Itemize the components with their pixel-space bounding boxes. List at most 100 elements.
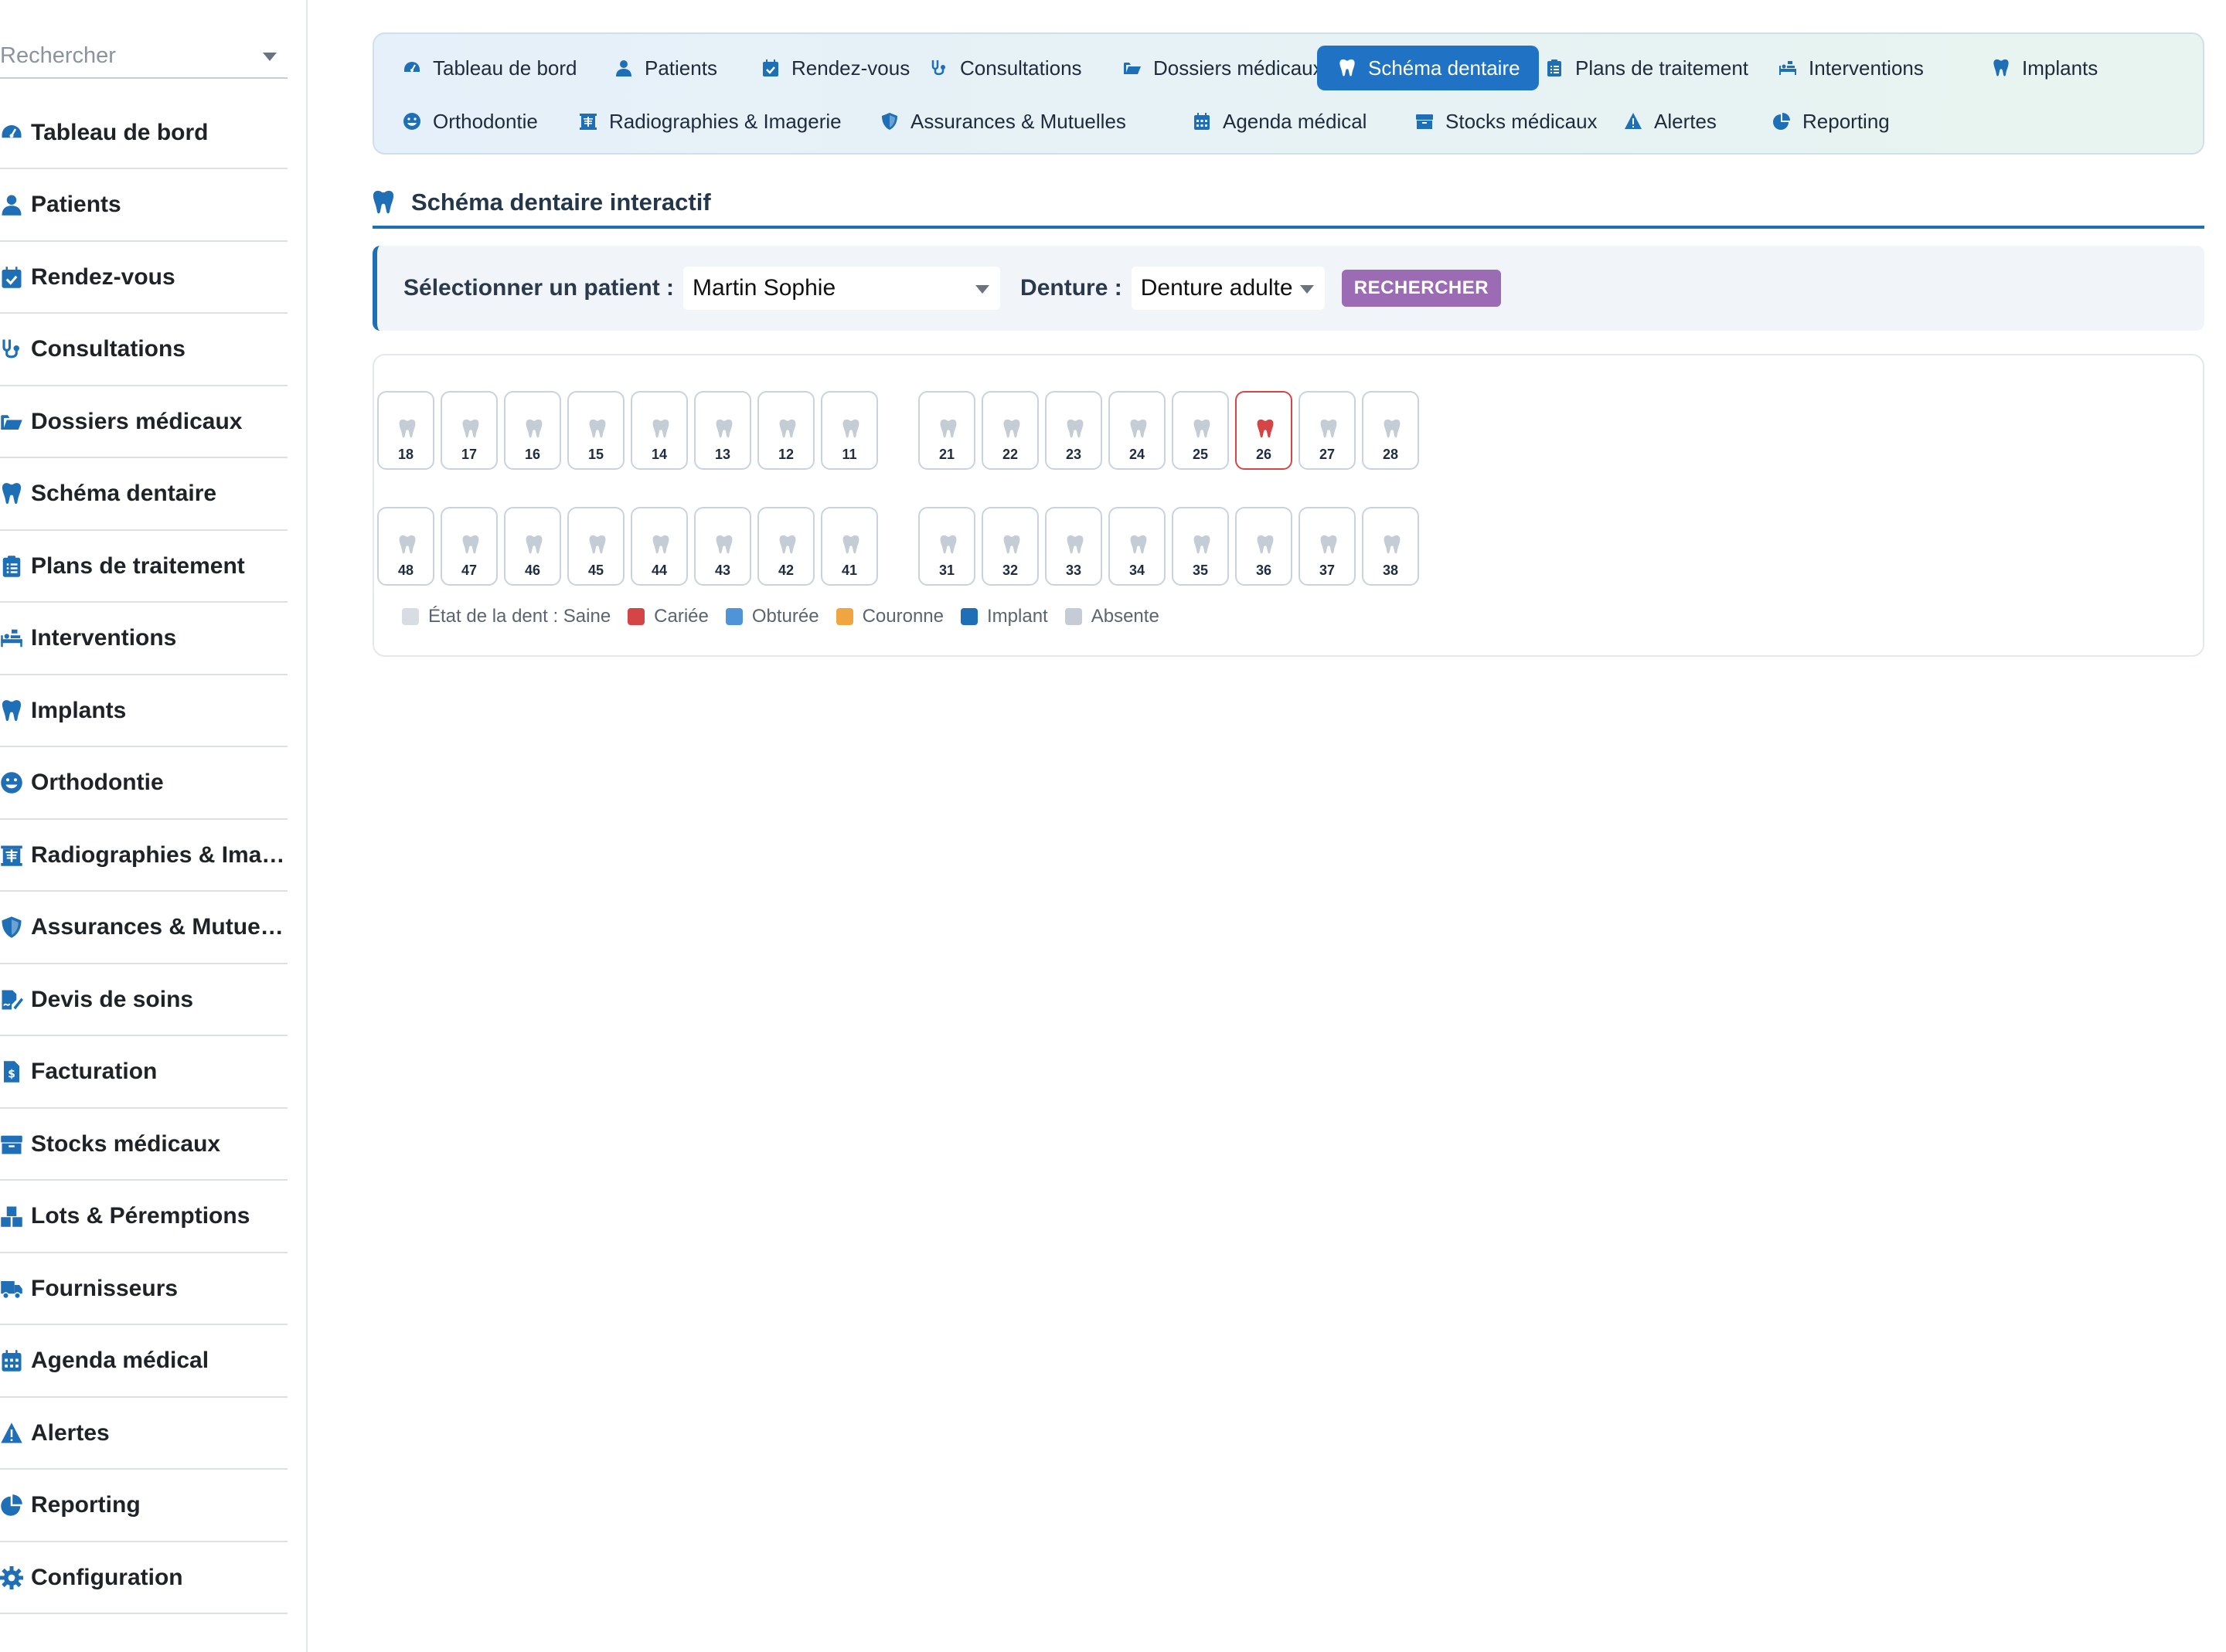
tooth-icon xyxy=(652,419,670,439)
pie-chart-icon xyxy=(1770,110,1793,133)
tab-schema-dentaire[interactable]: Schéma dentaire xyxy=(1317,46,1539,90)
stethoscope-icon xyxy=(928,56,951,80)
sidebar-item-label: Reporting xyxy=(31,1492,141,1518)
tab-patients[interactable]: Patients xyxy=(594,46,736,90)
sidebar-item-tableau-de-bord[interactable]: Tableau de bord xyxy=(0,97,288,169)
clipboard-list-icon xyxy=(1543,56,1566,80)
tooth-43[interactable]: 43 xyxy=(694,507,751,586)
tooth-33[interactable]: 33 xyxy=(1045,507,1102,586)
tooth-number: 13 xyxy=(714,447,731,462)
tooth-21[interactable]: 21 xyxy=(918,391,975,470)
tab-plans-de-traitement[interactable]: Plans de traitement xyxy=(1524,46,1767,90)
tooth-12[interactable]: 12 xyxy=(757,391,815,470)
x-ray-icon xyxy=(0,840,31,871)
tooth-15[interactable]: 15 xyxy=(567,391,625,470)
tooth-16[interactable]: 16 xyxy=(504,391,561,470)
sidebar-item-schema-dentaire[interactable]: Schéma dentaire xyxy=(0,459,288,531)
tooth-22[interactable]: 22 xyxy=(982,391,1039,470)
tab-stocks-medicaux[interactable]: Stocks médicaux xyxy=(1394,99,1616,144)
sidebar-item-interventions[interactable]: Interventions xyxy=(0,603,288,675)
tooth-31[interactable]: 31 xyxy=(918,507,975,586)
sidebar-item-implants[interactable]: Implants xyxy=(0,675,288,747)
sidebar-item-fournisseurs[interactable]: Fournisseurs xyxy=(0,1253,288,1325)
tab-agenda-medical[interactable]: Agenda médical xyxy=(1172,99,1385,144)
tab-reporting[interactable]: Reporting xyxy=(1751,99,1908,144)
sidebar-item-lots-peremptions[interactable]: Lots & Péremptions xyxy=(0,1181,288,1253)
tooth-47[interactable]: 47 xyxy=(441,507,498,586)
sidebar-item-patients[interactable]: Patients xyxy=(0,170,288,242)
sidebar-item-label: Stocks médicaux xyxy=(31,1130,221,1157)
tooth-23[interactable]: 23 xyxy=(1045,391,1102,470)
tooth-17[interactable]: 17 xyxy=(441,391,498,470)
tooth-13[interactable]: 13 xyxy=(694,391,751,470)
tooth-number: 37 xyxy=(1319,563,1336,578)
sidebar-item-devis-de-soins[interactable]: Devis de soins xyxy=(0,964,288,1036)
tooth-38[interactable]: 38 xyxy=(1362,507,1419,586)
tooth-24[interactable]: 24 xyxy=(1108,391,1166,470)
tab-interventions[interactable]: Interventions xyxy=(1758,46,1942,90)
sidebar-item-configuration[interactable]: Configuration xyxy=(0,1542,288,1614)
tooth-18[interactable]: 18 xyxy=(377,391,434,470)
tooth-34[interactable]: 34 xyxy=(1108,507,1166,586)
search-button[interactable]: RECHERCHER xyxy=(1341,270,1502,307)
sidebar-item-reporting[interactable]: Reporting xyxy=(0,1470,288,1542)
tooth-icon xyxy=(1336,56,1359,80)
tab-implants[interactable]: Implants xyxy=(1971,46,2116,90)
tooth-icon xyxy=(939,419,958,439)
truck-icon xyxy=(0,1273,31,1304)
legend-swatch xyxy=(1064,608,1082,625)
legend-swatch xyxy=(402,608,419,625)
stethoscope-icon xyxy=(0,334,31,365)
sidebar-item-assurances-mutuelles[interactable]: Assurances & Mutuelles xyxy=(0,892,288,964)
sidebar-item-plans-de-traitement[interactable]: Plans de traitement xyxy=(0,531,288,603)
sidebar-item-radiographies-imagerie[interactable]: Radiographies & Imagerie xyxy=(0,820,288,892)
patient-filter-bar: Sélectionner un patient : Martin Sophie … xyxy=(373,246,2204,331)
tooth-25[interactable]: 25 xyxy=(1172,391,1229,470)
tooth-number: 23 xyxy=(1065,447,1082,462)
tooth-42[interactable]: 42 xyxy=(757,507,815,586)
sidebar-item-label: Assurances & Mutuelles xyxy=(31,914,288,940)
tooth-48[interactable]: 48 xyxy=(377,507,434,586)
denture-select[interactable]: Denture adulte xyxy=(1131,267,1325,310)
tooth-icon xyxy=(398,535,417,555)
tab-consultations[interactable]: Consultations xyxy=(909,46,1101,90)
sidebar-item-rendez-vous[interactable]: Rendez-vous xyxy=(0,242,288,314)
tooth-state-legend: État de la dent : Saine Cariée Obturée Cour… xyxy=(402,606,1176,627)
patient-select[interactable]: Martin Sophie xyxy=(683,267,1001,310)
tab-tableau-de-bord[interactable]: Tableau de bord xyxy=(382,46,595,90)
calendar-check-icon xyxy=(0,262,31,293)
tooth-28[interactable]: 28 xyxy=(1362,391,1419,470)
sidebar-item-alertes[interactable]: Alertes xyxy=(0,1398,288,1470)
pie-chart-icon xyxy=(0,1490,31,1521)
sidebar-item-agenda-medical[interactable]: Agenda médical xyxy=(0,1326,288,1398)
tooth-46[interactable]: 46 xyxy=(504,507,561,586)
tab-assurances-mutuelles[interactable]: Assurances & Mutuelles xyxy=(859,99,1145,144)
tooth-35[interactable]: 35 xyxy=(1172,507,1229,586)
tooth-icon xyxy=(588,535,607,555)
tab-alertes[interactable]: Alertes xyxy=(1603,99,1735,144)
tooth-37[interactable]: 37 xyxy=(1298,507,1356,586)
tooth-27[interactable]: 27 xyxy=(1298,391,1356,470)
tooth-45[interactable]: 45 xyxy=(567,507,625,586)
sidebar-item-orthodontie[interactable]: Orthodontie xyxy=(0,748,288,820)
sidebar-item-dossiers-medicaux[interactable]: Dossiers médicaux xyxy=(0,386,288,458)
tooth-11[interactable]: 11 xyxy=(821,391,878,470)
tooth-14[interactable]: 14 xyxy=(631,391,688,470)
tooth-41[interactable]: 41 xyxy=(821,507,878,586)
tooth-26[interactable]: 26 xyxy=(1235,391,1292,470)
tooth-32[interactable]: 32 xyxy=(982,507,1039,586)
tooth-36[interactable]: 36 xyxy=(1235,507,1292,586)
tab-radiographies-imagerie[interactable]: Radiographies & Imagerie xyxy=(558,99,860,144)
tooth-number: 27 xyxy=(1319,447,1336,462)
tab-orthodontie[interactable]: Orthodontie xyxy=(382,99,556,144)
sidebar-search-select[interactable]: Rechercher xyxy=(0,34,288,79)
tooth-44[interactable]: 44 xyxy=(631,507,688,586)
sidebar-item-stocks-medicaux[interactable]: Stocks médicaux xyxy=(0,1109,288,1181)
tab-rendez-vous[interactable]: Rendez-vous xyxy=(740,46,928,90)
sidebar-item-consultations[interactable]: Consultations xyxy=(0,314,288,386)
boxes-icon xyxy=(0,1201,31,1232)
denture-select-label: Denture : xyxy=(1020,275,1122,301)
tab-dossiers-medicaux[interactable]: Dossiers médicaux xyxy=(1102,46,1342,90)
invoice-dollar-icon: $ xyxy=(0,1056,31,1087)
sidebar-item-facturation[interactable]: $ Facturation xyxy=(0,1037,288,1109)
